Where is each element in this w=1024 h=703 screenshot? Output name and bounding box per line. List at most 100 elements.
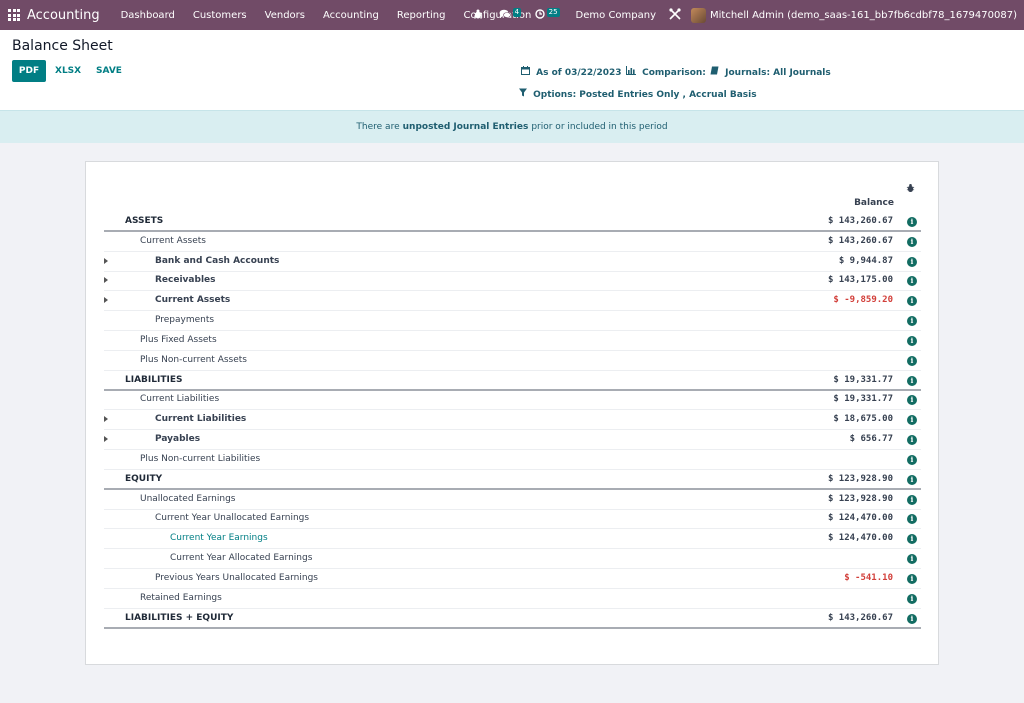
row-label: Plus Non-current Assets — [140, 354, 247, 365]
row-amount[interactable]: $ 143,175.00 — [828, 275, 893, 285]
row-amount[interactable]: $ 19,331.77 — [833, 394, 893, 404]
report-row[interactable]: Bank and Cash Accounts $ 9,944.87 i — [104, 252, 921, 272]
report-row[interactable]: Previous Years Unallocated Earnings $ -54… — [104, 569, 921, 589]
apps-menu-icon[interactable] — [8, 9, 20, 21]
bar-chart-icon — [626, 66, 639, 78]
info-icon[interactable]: i — [907, 415, 917, 426]
report-row[interactable]: Current Liabilities $ 18,675.00 i — [104, 410, 921, 431]
control-panel: Balance Sheet PDF XLSX SAVE As of 03/22/… — [0, 30, 1024, 110]
row-amount[interactable]: $ -9,859.20 — [833, 295, 893, 305]
report-row[interactable]: Current Year Earnings $ 124,470.00 i — [104, 529, 921, 550]
info-icon[interactable]: i — [907, 395, 917, 406]
info-icon[interactable]: i — [907, 256, 917, 267]
journals-filter-button[interactable]: Journals: All Journals — [710, 66, 831, 78]
user-menu[interactable]: Mitchell Admin (demo_saas-161_bb7fb6cdbf… — [710, 10, 1017, 21]
row-amount[interactable]: $ 143,260.67 — [828, 613, 893, 623]
row-label: Current Liabilities — [155, 414, 247, 425]
report-row[interactable]: Payables $ 656.77 i — [104, 430, 921, 451]
expand-caret-icon[interactable] — [104, 416, 108, 423]
info-icon[interactable]: i — [907, 534, 917, 545]
info-icon[interactable]: i — [907, 276, 917, 287]
row-amount[interactable]: $ 19,331.77 — [833, 375, 893, 385]
unposted-entries-alert: There are unposted Journal Entries prior… — [0, 110, 1024, 143]
report-row[interactable]: Plus Non-current Liabilities i — [104, 450, 921, 470]
report-row[interactable]: Plus Non-current Assets i — [104, 351, 921, 371]
menu-customers[interactable]: Customers — [184, 10, 256, 21]
save-button[interactable]: SAVE — [96, 66, 122, 76]
row-label: Plus Fixed Assets — [140, 334, 217, 345]
menu-vendors[interactable]: Vendors — [256, 10, 314, 21]
unposted-entries-link[interactable]: unposted Journal Entries — [403, 122, 529, 132]
report-row[interactable]: LIABILITIES $ 19,331.77 i — [104, 371, 921, 391]
row-amount[interactable]: $ 143,260.67 — [828, 236, 893, 246]
info-icon[interactable]: i — [907, 514, 917, 525]
activity-clock-icon[interactable]: 25 — [535, 7, 561, 22]
report-row[interactable]: Current Liabilities $ 19,331.77 i — [104, 390, 921, 411]
xlsx-button[interactable]: XLSX — [55, 66, 81, 76]
info-icon[interactable]: i — [907, 554, 917, 565]
info-icon[interactable]: i — [907, 335, 917, 346]
menu-accounting[interactable]: Accounting — [314, 10, 388, 21]
row-label: ASSETS — [125, 216, 164, 226]
info-icon[interactable]: i — [907, 236, 917, 247]
row-amount[interactable]: $ 656.77 — [850, 434, 893, 444]
info-icon[interactable]: i — [907, 435, 917, 446]
row-amount[interactable]: $ 18,675.00 — [833, 414, 893, 424]
row-label: Unallocated Earnings — [140, 493, 236, 504]
menu-dashboard[interactable]: Dashboard — [112, 10, 184, 21]
bug-icon[interactable] — [906, 183, 915, 196]
date-filter-button[interactable]: As of 03/22/2023 — [521, 66, 622, 78]
info-icon[interactable]: i — [907, 296, 917, 307]
bug-icon[interactable] — [473, 9, 483, 22]
report-row[interactable]: Unallocated Earnings $ 123,928.90 i — [104, 490, 921, 510]
info-icon[interactable]: i — [907, 494, 917, 505]
info-icon[interactable]: i — [907, 355, 917, 366]
expand-caret-icon[interactable] — [104, 257, 108, 264]
report-row[interactable]: Prepayments i — [104, 311, 921, 332]
report-row[interactable]: Current Assets $ -9,859.20 i — [104, 291, 921, 312]
report-row[interactable]: LIABILITIES + EQUITY $ 143,260.67 i — [104, 609, 921, 629]
expand-caret-icon[interactable] — [104, 297, 108, 304]
menu-reporting[interactable]: Reporting — [388, 10, 455, 21]
tools-icon[interactable] — [669, 7, 681, 23]
chat-icon[interactable]: 4 — [499, 7, 523, 22]
company-switcher[interactable]: Demo Company — [576, 10, 656, 21]
navbar-systray: 4 25 Demo Company Mitchell Admin (demo_s… — [473, 0, 1024, 30]
info-icon[interactable]: i — [907, 217, 917, 227]
row-label: Current Year Allocated Earnings — [170, 553, 313, 564]
expand-caret-icon[interactable] — [104, 436, 108, 443]
row-label: LIABILITIES + EQUITY — [125, 612, 234, 623]
row-amount[interactable]: $ 123,928.90 — [828, 474, 893, 484]
row-amount[interactable]: $ -541.10 — [844, 573, 893, 583]
report-row[interactable]: Receivables $ 143,175.00 i — [104, 271, 921, 292]
expand-caret-icon[interactable] — [104, 277, 108, 284]
info-icon[interactable]: i — [907, 474, 917, 485]
app-brand[interactable]: Accounting — [27, 8, 100, 23]
row-amount[interactable]: $ 124,470.00 — [828, 533, 893, 543]
row-label[interactable]: Current Year Earnings — [170, 533, 268, 543]
report-row[interactable]: EQUITY $ 123,928.90 i — [104, 470, 921, 490]
book-icon — [710, 66, 722, 78]
row-amount[interactable]: $ 124,470.00 — [828, 513, 893, 523]
report-row[interactable]: ASSETS $ 143,260.67 i — [104, 212, 921, 232]
row-amount[interactable]: $ 9,944.87 — [839, 256, 893, 266]
comparison-filter-button[interactable]: Comparison: — [626, 66, 706, 78]
row-amount[interactable]: $ 123,928.90 — [828, 494, 893, 504]
pdf-button[interactable]: PDF — [12, 60, 46, 82]
chat-count-badge: 4 — [512, 7, 522, 17]
report-row[interactable]: Plus Fixed Assets i — [104, 331, 921, 351]
info-icon[interactable]: i — [907, 573, 917, 584]
row-label: Receivables — [155, 275, 216, 286]
report-row[interactable]: Current Assets $ 143,260.67 i — [104, 232, 921, 252]
report-row[interactable]: Retained Earnings i — [104, 589, 921, 609]
user-avatar[interactable] — [691, 7, 707, 23]
info-icon[interactable]: i — [907, 613, 917, 624]
row-amount[interactable]: $ 143,260.67 — [828, 216, 893, 226]
info-icon[interactable]: i — [907, 375, 917, 386]
info-icon[interactable]: i — [907, 593, 917, 604]
info-icon[interactable]: i — [907, 454, 917, 465]
report-row[interactable]: Current Year Allocated Earnings i — [104, 549, 921, 570]
options-filter-button[interactable]: Options: Posted Entries Only , Accrual B… — [519, 88, 757, 100]
report-row[interactable]: Current Year Unallocated Earnings $ 124,4… — [104, 509, 921, 530]
info-icon[interactable]: i — [907, 316, 917, 327]
